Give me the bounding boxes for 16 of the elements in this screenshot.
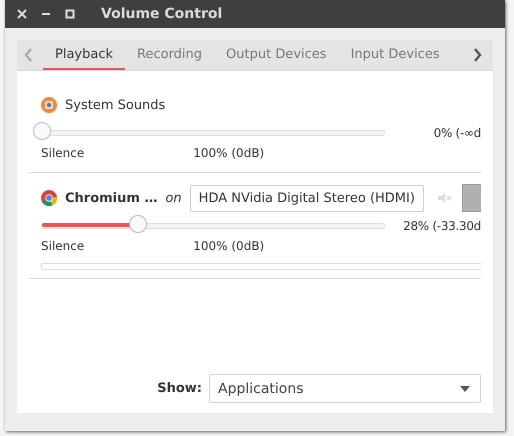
stream-name: Chromium … (65, 190, 158, 206)
volume-reading: 28% (-33.30d (402, 219, 481, 233)
tab[interactable]: Input Devices (338, 40, 452, 70)
device-selector[interactable]: HDA NVidia Digital Stereo (HDMI) (190, 184, 424, 212)
show-dropdown[interactable]: Applications (209, 374, 481, 403)
scale-label: Silence (41, 146, 84, 160)
connector-label: on (165, 190, 182, 206)
scale-label: Silence (41, 239, 84, 253)
volume-reading: 0% (-∞d (432, 126, 481, 140)
tab[interactable]: Output Devices (214, 40, 339, 70)
window-title: Volume Control (101, 6, 222, 22)
tab[interactable]: Recording (125, 40, 214, 70)
scale-label: 100% (0dB) (193, 146, 264, 160)
show-label: Show: (157, 381, 202, 396)
stream-name: System Sounds (65, 98, 166, 112)
scale-label: 100% (0dB) (193, 239, 264, 253)
